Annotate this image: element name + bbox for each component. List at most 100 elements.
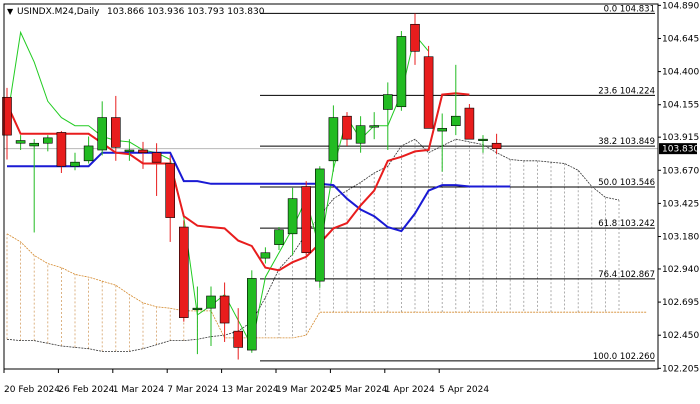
plot-area: 0.0 104.831 23.6 104.224 38.2 103.849 50.0 … — [2, 4, 658, 362]
y-axis: 104.890 104.645 104.400 104.155 103.915 103.6… — [658, 1, 699, 374]
candle-body — [247, 278, 257, 351]
candle-body — [206, 295, 216, 309]
current-price-tag: 103.830 — [659, 143, 699, 155]
fib-level-label: 0.0 104.831 — [604, 4, 655, 14]
candle-body — [83, 145, 94, 162]
candle — [396, 31, 407, 111]
candle-body — [437, 128, 448, 132]
chikou-span-line — [6, 30, 429, 348]
candle-body — [342, 115, 352, 140]
x-tick-label: 1 Mar 2024 — [113, 385, 165, 395]
y-tick-label: 102.450 — [662, 331, 699, 341]
fib-level-label: 23.6 104.224 — [598, 86, 655, 96]
candle — [29, 139, 40, 233]
candle-body — [314, 168, 325, 282]
current-price-label: 103.830 — [662, 145, 699, 155]
candle — [369, 112, 380, 140]
header-arrow-icon: ▼ — [7, 7, 14, 16]
candle-body — [328, 117, 339, 162]
candle-body — [478, 138, 488, 141]
fib-level-label: 76.4 102.867 — [598, 270, 655, 280]
candle-body — [369, 125, 380, 128]
candle-body — [233, 330, 243, 348]
candle-body — [15, 140, 26, 144]
candle-body — [396, 36, 407, 108]
candle — [450, 64, 461, 136]
candle — [423, 45, 434, 129]
candle — [179, 220, 189, 322]
candle — [247, 270, 257, 353]
fib-level-label: 100.0 102.260 — [593, 352, 655, 362]
candle — [382, 82, 393, 150]
candle — [138, 141, 148, 169]
candle — [70, 152, 80, 171]
candle-body — [382, 94, 393, 110]
chart-container: 0.0 104.831 23.6 104.224 38.2 103.849 50.0 … — [0, 0, 700, 400]
x-tick-label: 7 Mar 2024 — [167, 385, 219, 395]
candle-body — [97, 117, 107, 151]
candle — [83, 136, 94, 164]
candle-body — [464, 107, 475, 140]
y-tick-label: 104.155 — [662, 101, 699, 111]
fib-level-label: 50.0 103.546 — [598, 178, 655, 188]
ichimoku-cloud — [6, 139, 620, 352]
header-symbol: USINDX.M24,Daily — [17, 7, 100, 17]
candle-body — [287, 198, 298, 235]
y-tick-label: 102.940 — [662, 265, 699, 275]
y-tick-label: 103.425 — [662, 199, 699, 209]
candle — [355, 116, 366, 153]
y-tick-label: 102.205 — [662, 364, 699, 374]
candle — [437, 113, 448, 172]
candle-body — [179, 226, 189, 318]
candle — [151, 143, 162, 196]
candle — [328, 105, 339, 172]
y-tick-label: 103.180 — [662, 233, 699, 243]
y-tick-label: 103.670 — [662, 166, 699, 176]
candle — [219, 282, 230, 342]
x-tick-label: 19 Mar 2024 — [276, 385, 333, 395]
x-tick-label: 25 Mar 2024 — [330, 385, 387, 395]
candle-body — [124, 149, 135, 152]
candle-body — [274, 229, 284, 245]
candle-body — [56, 132, 67, 167]
y-tick-label: 102.695 — [662, 298, 699, 308]
candle-body — [151, 152, 162, 163]
x-tick-label: 5 Apr 2024 — [439, 385, 489, 395]
x-tick-label: 20 Feb 2024 — [4, 385, 60, 395]
candle-body — [42, 137, 53, 144]
candle-body — [260, 252, 271, 259]
candle — [342, 112, 352, 146]
candle — [165, 155, 175, 242]
x-tick-label: 26 Feb 2024 — [58, 385, 114, 395]
senkou-span-a-line — [6, 138, 620, 352]
candle-body — [111, 117, 121, 148]
candle-body — [165, 163, 175, 218]
candle — [410, 13, 420, 65]
y-tick-label: 104.890 — [662, 1, 699, 11]
y-tick-label: 104.400 — [662, 68, 699, 78]
candle-body — [355, 125, 366, 144]
y-tick-label: 104.645 — [662, 34, 699, 44]
candle — [287, 187, 298, 256]
candle-body — [450, 115, 461, 126]
fib-level-label: 61.8 103.242 — [598, 219, 655, 229]
candle-body — [301, 186, 312, 254]
x-tick-label: 1 Apr 2024 — [385, 385, 435, 395]
candle-body — [138, 149, 148, 154]
candle — [233, 308, 243, 360]
candlesticks — [2, 13, 502, 360]
senkou-span-b-line — [6, 233, 647, 339]
candle-body — [219, 295, 230, 324]
candle-body — [491, 142, 502, 149]
candle — [314, 166, 325, 288]
candle-body — [423, 56, 434, 129]
candle — [206, 286, 216, 347]
header-ohlc: 103.866 103.936 103.793 103.830 — [107, 7, 265, 17]
chart-header: ▼ USINDX.M24,Daily 103.866 103.936 103.7… — [7, 7, 265, 17]
candle-body — [410, 23, 420, 52]
candle-body — [70, 161, 80, 167]
tenkan-sen-line — [6, 92, 470, 272]
candle — [464, 104, 475, 140]
fib-level-label: 38.2 103.849 — [598, 137, 655, 147]
x-tick-label: 13 Mar 2024 — [222, 385, 279, 395]
